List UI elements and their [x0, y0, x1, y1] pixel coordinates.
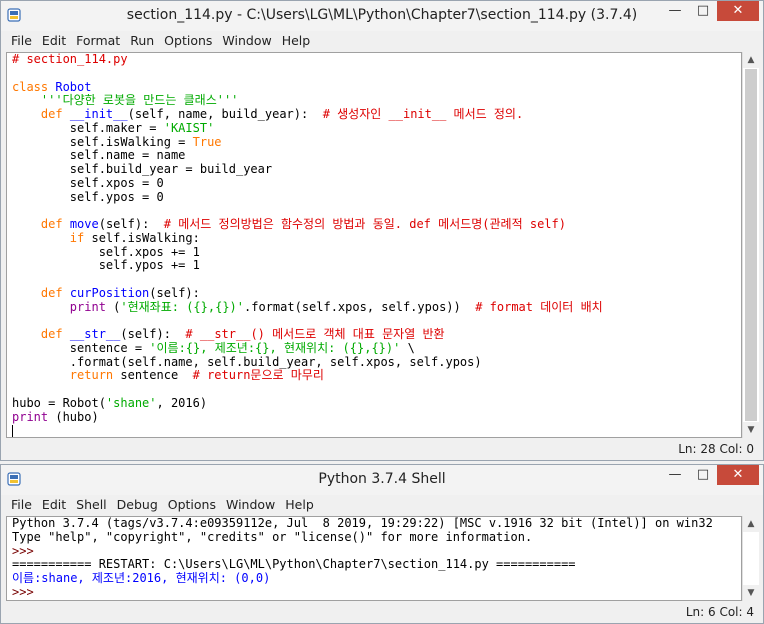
code-text: , 2016) — [156, 395, 208, 410]
code-text: \ — [400, 340, 415, 355]
code-docstring: '''다양한 로봇을 만드는 클래스''' — [40, 93, 239, 108]
scroll-down-icon[interactable]: ▼ — [743, 585, 759, 601]
code-comment: # 생성자인 __init__ 메서드 정의. — [322, 107, 524, 121]
code-keyword: def — [40, 107, 70, 121]
code-text: ( — [105, 299, 121, 314]
code-def-name: __str__ — [69, 327, 121, 341]
code-string: 'KAIST' — [163, 120, 215, 135]
shell-prompt: >>> — [12, 543, 41, 558]
code-text: (self, name, build_year): — [127, 107, 323, 121]
code-def-name: curPosition — [69, 285, 150, 300]
text-cursor — [12, 424, 13, 437]
code-keyword: def — [40, 217, 70, 231]
menu-file[interactable]: File — [6, 495, 37, 512]
shell-banner: Python 3.7.4 (tags/v3.7.4:e09359112e, Ju… — [12, 516, 713, 530]
code-editor[interactable]: # section_114.py class Robot '''다양한 로봇을 … — [6, 52, 742, 438]
cursor-position: Ln: 6 Col: 4 — [685, 605, 754, 619]
window-title: section_114.py - C:\Users\LG\ML\Python\C… — [126, 7, 638, 23]
menu-edit[interactable]: Edit — [37, 495, 71, 512]
code-keyword: def — [40, 327, 70, 341]
code-text: (self): — [98, 217, 164, 231]
code-def-name: __init__ — [69, 107, 128, 121]
minimize-icon[interactable]: — — [661, 465, 689, 485]
code-string: 'shane' — [105, 395, 157, 410]
code-comment: # 메서드 정의방법은 함수정의 방법과 동일. def 메서드명(관례적 se… — [163, 217, 566, 231]
code-keyword: if — [69, 230, 92, 245]
code-comment: # return문으로 마무리 — [192, 368, 324, 383]
scroll-up-icon[interactable]: ▲ — [743, 516, 759, 532]
menu-format[interactable]: Format — [71, 31, 125, 48]
code-text: (hubo) — [48, 409, 99, 424]
shell-menubar: File Edit Shell Debug Options Window Help — [1, 495, 763, 515]
code-text: (self): — [149, 285, 200, 300]
editor-window: section_114.py - C:\Users\LG\ML\Python\C… — [0, 0, 764, 461]
code-keyword: return — [69, 368, 121, 383]
code-text: self.isWalking = — [69, 134, 193, 149]
editor-statusbar: Ln: 28 Col: 0 — [1, 438, 763, 460]
menu-options[interactable]: Options — [163, 495, 221, 512]
code-class-name: Robot — [55, 79, 92, 94]
code-keyword: True — [192, 134, 222, 149]
window-title: Python 3.7.4 Shell — [318, 471, 446, 487]
code-text: .format(self.xpos, self.ypos)) — [244, 299, 476, 314]
shell-prompt: >>> — [12, 584, 41, 599]
menu-run[interactable]: Run — [125, 31, 159, 48]
close-icon[interactable]: ✕ — [717, 465, 759, 485]
menu-window[interactable]: Window — [221, 495, 280, 512]
code-string: '현재좌표: ({},{})' — [120, 299, 245, 314]
code-keyword: class — [12, 79, 56, 94]
code-def-name: move — [69, 217, 99, 231]
code-text: sentence = — [69, 340, 150, 355]
menu-file[interactable]: File — [6, 31, 37, 48]
code-text: self.isWalking: — [91, 230, 200, 245]
menu-help[interactable]: Help — [280, 495, 319, 512]
cursor-position: Ln: 28 Col: 0 — [678, 442, 754, 456]
code-comment: # section_114.py — [12, 52, 128, 66]
menu-edit[interactable]: Edit — [37, 31, 71, 48]
code-builtin: print — [12, 409, 49, 424]
code-text: self.build_year = build_year — [69, 162, 273, 176]
menu-options[interactable]: Options — [159, 31, 217, 48]
code-comment: # format 데이터 배치 — [475, 299, 603, 314]
code-text: self.ypos += 1 — [98, 258, 200, 273]
code-builtin: print — [69, 299, 106, 314]
shell-restart-line: =========== RESTART: C:\Users\LG\ML\Pyth… — [12, 557, 576, 572]
code-text: self.name = name — [69, 148, 186, 163]
shell-window: Python 3.7.4 Shell — □ ✕ File Edit Shell De… — [0, 464, 764, 624]
menu-shell[interactable]: Shell — [71, 495, 112, 512]
code-text: (self): — [120, 327, 186, 341]
maximize-icon[interactable]: □ — [689, 465, 717, 485]
code-keyword: def — [40, 285, 70, 300]
code-text: self.maker = — [69, 120, 164, 135]
code-text: self.xpos += 1 — [98, 244, 200, 259]
code-text: .format(self.name, self.build_year, self… — [69, 354, 482, 369]
code-text: sentence — [120, 368, 193, 383]
menu-window[interactable]: Window — [217, 31, 276, 48]
shell-vertical-scrollbar[interactable]: ▲ ▼ — [742, 516, 759, 601]
scroll-up-icon[interactable]: ▲ — [743, 52, 759, 68]
shell-output-line: 이름:shane, 제조년:2016, 현재위치: (0,0) — [12, 571, 271, 585]
code-string: '이름:{}, 제조년:{}, 현재위치: ({},{})' — [149, 340, 401, 355]
editor-vertical-scrollbar[interactable]: ▲ ▼ — [742, 52, 759, 438]
code-comment: # __str__() 메서드로 객체 대표 문자열 반환 — [185, 327, 445, 341]
menu-help[interactable]: Help — [277, 31, 316, 48]
minimize-icon[interactable]: — — [661, 1, 689, 21]
close-icon[interactable]: ✕ — [717, 1, 759, 21]
maximize-icon[interactable]: □ — [689, 1, 717, 21]
shell-banner: Type "help", "copyright", "credits" or "… — [12, 529, 533, 544]
code-text: self.xpos = 0 — [69, 175, 164, 190]
shell-titlebar[interactable]: Python 3.7.4 Shell — □ ✕ — [1, 465, 763, 495]
code-text: hubo = Robot( — [12, 395, 106, 410]
menu-debug[interactable]: Debug — [112, 495, 163, 512]
scrollbar-thumb[interactable] — [745, 69, 757, 421]
shell-statusbar: Ln: 6 Col: 4 — [1, 601, 763, 623]
code-text: self.ypos = 0 — [69, 189, 164, 204]
editor-titlebar[interactable]: section_114.py - C:\Users\LG\ML\Python\C… — [1, 1, 763, 31]
shell-output[interactable]: Python 3.7.4 (tags/v3.7.4:e09359112e, Ju… — [6, 516, 742, 601]
editor-menubar: File Edit Format Run Options Window Help — [1, 31, 763, 51]
scroll-down-icon[interactable]: ▼ — [743, 422, 759, 438]
